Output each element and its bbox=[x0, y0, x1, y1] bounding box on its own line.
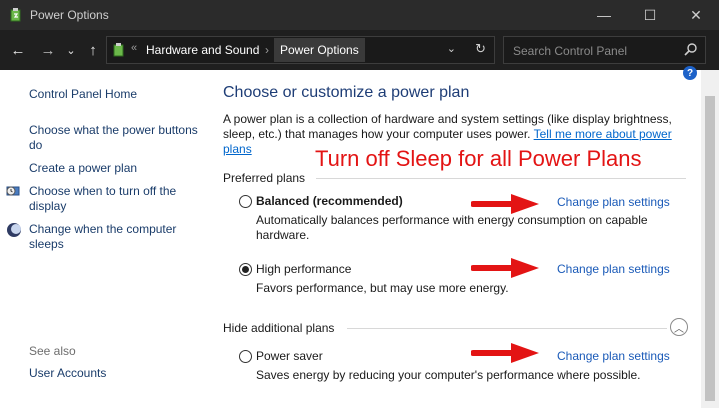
help-icon[interactable]: ? bbox=[683, 66, 697, 80]
plan-high-performance-name: High performance bbox=[256, 262, 352, 276]
breadcrumb-separator: › bbox=[265, 43, 269, 57]
address-dropdown-icon[interactable]: ⌄ bbox=[447, 42, 456, 55]
link-create-power-plan[interactable]: Create a power plan bbox=[29, 161, 199, 176]
annotation-arrow-2 bbox=[471, 258, 539, 278]
hide-additional-plans-label[interactable]: Hide additional plans bbox=[223, 321, 334, 335]
annotation-arrow-1 bbox=[471, 194, 539, 214]
collapse-chevron-icon[interactable]: ︿ bbox=[670, 318, 688, 336]
up-button[interactable]: ↑ bbox=[84, 40, 102, 60]
link-control-panel-home[interactable]: Control Panel Home bbox=[29, 87, 199, 102]
plan-balanced-name: Balanced (recommended) bbox=[256, 194, 403, 208]
display-clock-icon bbox=[6, 186, 20, 196]
window-title: Power Options bbox=[30, 8, 109, 22]
breadcrumb-power-options[interactable]: Power Options bbox=[274, 38, 365, 62]
refresh-icon[interactable]: ↻ bbox=[475, 41, 486, 57]
link-user-accounts[interactable]: User Accounts bbox=[29, 366, 199, 381]
link-display-off[interactable]: Choose when to turn off the display bbox=[6, 184, 199, 214]
control-panel-icon bbox=[113, 43, 124, 57]
high-performance-change-plan-settings-link[interactable]: Change plan settings bbox=[557, 262, 670, 276]
plan-power-saver-description: Saves energy by reducing your computer's… bbox=[256, 368, 641, 382]
preferred-plans-divider bbox=[316, 178, 686, 179]
annotation-text: Turn off Sleep for all Power Plans bbox=[315, 146, 642, 171]
moon-icon bbox=[7, 223, 21, 237]
address-bar: ← → ⌄ ↑ « Hardware and Sound › Power Opt… bbox=[0, 30, 719, 70]
radio-power-saver[interactable] bbox=[239, 350, 252, 363]
scrollbar-thumb[interactable] bbox=[705, 96, 715, 401]
back-button[interactable]: ← bbox=[8, 40, 28, 60]
search-input[interactable]: Search Control Panel bbox=[503, 36, 706, 64]
link-power-buttons[interactable]: Choose what the power buttons do bbox=[29, 123, 199, 153]
recent-locations-button[interactable]: ⌄ bbox=[64, 40, 78, 60]
plan-balanced-description: Automatically balances performance with … bbox=[256, 213, 648, 242]
power-options-icon bbox=[10, 8, 21, 22]
hidden-plans-divider bbox=[347, 328, 667, 329]
left-pane: Control Panel Home Choose what the power… bbox=[0, 70, 205, 408]
search-placeholder: Search Control Panel bbox=[513, 44, 628, 58]
title-bar: Power Options — ☐ ✕ bbox=[0, 0, 719, 30]
link-computer-sleeps[interactable]: Change when the computer sleeps bbox=[7, 222, 199, 252]
link-computer-sleeps-label: Change when the computer sleeps bbox=[29, 222, 177, 251]
balanced-change-plan-settings-link[interactable]: Change plan settings bbox=[557, 195, 670, 209]
preferred-plans-label: Preferred plans bbox=[223, 171, 306, 185]
see-also-heading: See also bbox=[29, 344, 76, 358]
breadcrumb[interactable]: « Hardware and Sound › Power Options ⌄ ↻ bbox=[106, 36, 495, 64]
breadcrumb-overflow[interactable]: « bbox=[131, 42, 137, 54]
plan-power-saver-name: Power saver bbox=[256, 349, 323, 363]
radio-high-performance[interactable] bbox=[239, 263, 252, 276]
radio-balanced[interactable] bbox=[239, 195, 252, 208]
search-icon[interactable] bbox=[683, 42, 699, 58]
annotation-arrow-3 bbox=[471, 343, 539, 363]
forward-button[interactable]: → bbox=[38, 40, 58, 60]
breadcrumb-hardware-and-sound[interactable]: Hardware and Sound bbox=[146, 43, 259, 57]
power-saver-change-plan-settings-link[interactable]: Change plan settings bbox=[557, 349, 670, 363]
main-content: Choose or customize a power plan A power… bbox=[205, 70, 701, 408]
maximize-button[interactable]: ☐ bbox=[627, 0, 673, 30]
vertical-scrollbar[interactable] bbox=[701, 70, 719, 408]
page-title: Choose or customize a power plan bbox=[223, 84, 470, 101]
minimize-button[interactable]: — bbox=[581, 0, 627, 30]
close-button[interactable]: ✕ bbox=[673, 0, 719, 30]
link-display-off-label: Choose when to turn off the display bbox=[29, 184, 177, 213]
plan-high-performance-description: Favors performance, but may use more ene… bbox=[256, 281, 509, 295]
